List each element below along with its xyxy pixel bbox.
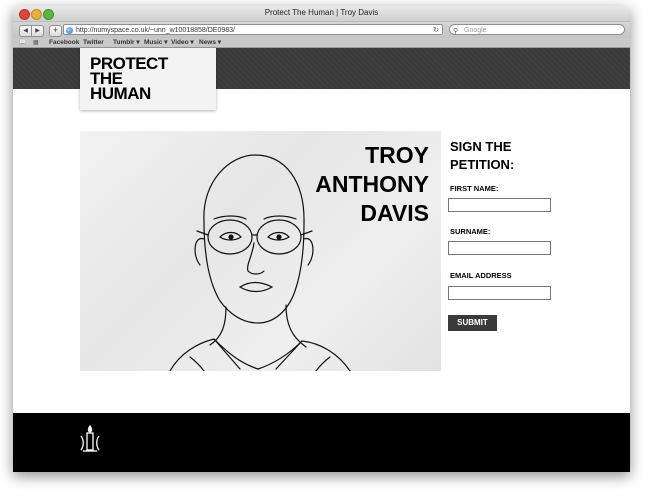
bookmark-video[interactable]: Video ▾	[171, 38, 194, 47]
search-placeholder: Google	[464, 27, 487, 34]
browser-toolbar: ◀ ▶ + http://numyspace.co.uk/~unn_w10018…	[13, 22, 630, 38]
add-bookmark-button[interactable]: +	[49, 25, 62, 37]
reload-icon[interactable]: ↻	[433, 25, 439, 36]
bookmarks-bar: 📖 ▦ Facebook Twitter Tumblr ▾ Music ▾ Vi…	[13, 38, 630, 48]
open-book-icon[interactable]: 📖	[19, 39, 26, 46]
petition-heading: SIGN THE PETITION:	[450, 139, 515, 172]
grid-icon[interactable]: ▦	[33, 39, 39, 46]
search-icon: ⚲	[453, 28, 459, 35]
globe-icon	[66, 27, 73, 34]
submit-button[interactable]: SUBMIT	[448, 315, 497, 331]
footer	[13, 413, 630, 472]
first-name-label: FIRST NAME:	[450, 184, 499, 193]
surname-input[interactable]	[448, 241, 551, 255]
window-title: Protect The Human | Troy Davis	[264, 8, 379, 17]
first-name-input[interactable]	[448, 198, 551, 212]
logo-text: PROTECT THE HUMAN	[90, 54, 168, 103]
surname-label: SURNAME:	[450, 227, 491, 236]
address-bar[interactable]: http://numyspace.co.uk/~unn_w10018858/DE…	[63, 24, 443, 35]
bookmark-music[interactable]: Music ▾	[144, 38, 168, 47]
amnesty-candle-icon	[80, 424, 100, 452]
email-label: EMAIL ADDRESS	[450, 271, 512, 280]
email-input[interactable]	[448, 286, 551, 300]
web-page: PROTECT THE HUMAN TROY ANTHONY DAVIS SIG…	[13, 48, 630, 472]
person-name: TROY ANTHONY DAVIS	[315, 142, 429, 226]
bookmark-news[interactable]: News ▾	[199, 38, 221, 47]
title-bar: Protect The Human | Troy Davis	[13, 6, 630, 22]
bookmark-tumblr[interactable]: Tumblr ▾	[113, 38, 140, 47]
address-text: http://numyspace.co.uk/~unn_w10018858/DE…	[76, 27, 235, 34]
portrait-image: TROY ANTHONY DAVIS	[80, 131, 441, 371]
forward-button[interactable]: ▶	[31, 25, 44, 37]
site-logo[interactable]: PROTECT THE HUMAN	[80, 48, 216, 110]
search-field[interactable]: ⚲ Google	[449, 24, 625, 35]
browser-window: Protect The Human | Troy Davis ◀ ▶ + htt…	[13, 6, 630, 472]
bookmark-twitter[interactable]: Twitter	[83, 38, 104, 47]
bookmark-facebook[interactable]: Facebook	[49, 38, 79, 47]
